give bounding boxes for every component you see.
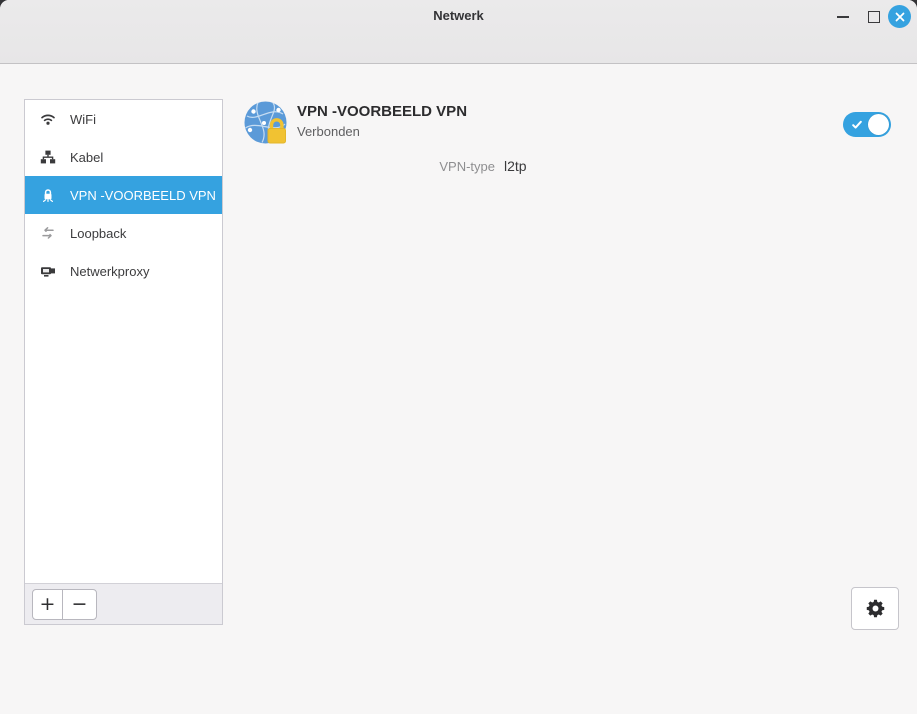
sidebar-item-label: WiFi [70,111,96,127]
remove-connection-button[interactable]: − [62,588,97,620]
vpn-lock-icon [40,187,56,203]
network-sidebar: WiFi Kabel VPN -VOORBEELD VPN Loopback N… [24,99,223,625]
sidebar-item-loopback[interactable]: Loopback [25,214,222,252]
wifi-icon [40,111,56,127]
connection-header: VPN -VOORBEELD VPN Verbonden [297,103,467,139]
connection-status: Verbonden [297,124,360,139]
minimize-button[interactable] [830,8,856,26]
vpn-globe-lock-icon [243,100,291,148]
connection-settings-button[interactable] [851,587,899,630]
network-proxy-icon [40,263,56,279]
sidebar-item-label: Loopback [70,225,127,241]
close-button[interactable] [888,5,911,28]
sidebar-toolbar: + − [25,583,222,624]
vpn-type-row: VPN-type l2tp [243,158,803,174]
network-settings-window: Netwerk WiFi Kabel VPN -VOORBEELD VPN Lo… [0,0,917,714]
gear-icon [866,599,884,618]
check-icon [852,120,862,129]
sidebar-list: WiFi Kabel VPN -VOORBEELD VPN Loopback N… [25,100,222,583]
titlebar: Netwerk [0,0,917,64]
vpn-type-label: VPN-type [439,159,495,174]
toggle-knob [868,114,889,135]
maximize-icon [868,11,880,23]
sidebar-item-netwerkproxy[interactable]: Netwerkproxy [25,252,222,290]
minus-icon: − [71,592,88,615]
maximize-button[interactable] [861,5,887,29]
sidebar-item-label: Kabel [70,149,104,165]
vpn-type-value: l2tp [504,158,527,174]
window-title: Netwerk [433,8,484,23]
sidebar-item-label: Netwerkproxy [70,263,150,279]
vpn-enable-toggle[interactable] [843,112,891,137]
wired-network-icon [40,149,56,165]
close-icon [895,12,904,21]
connection-name: VPN -VOORBEELD VPN [297,103,468,120]
sidebar-item-kabel[interactable]: Kabel [25,138,222,176]
plus-icon: + [39,592,56,615]
add-connection-button[interactable]: + [32,588,63,620]
loopback-arrows-icon [40,225,56,241]
minimize-icon [837,16,849,18]
sidebar-item-wifi[interactable]: WiFi [25,100,222,138]
sidebar-item-label: VPN -VOORBEELD VPN [70,187,216,203]
sidebar-item-vpn[interactable]: VPN -VOORBEELD VPN [25,176,222,214]
